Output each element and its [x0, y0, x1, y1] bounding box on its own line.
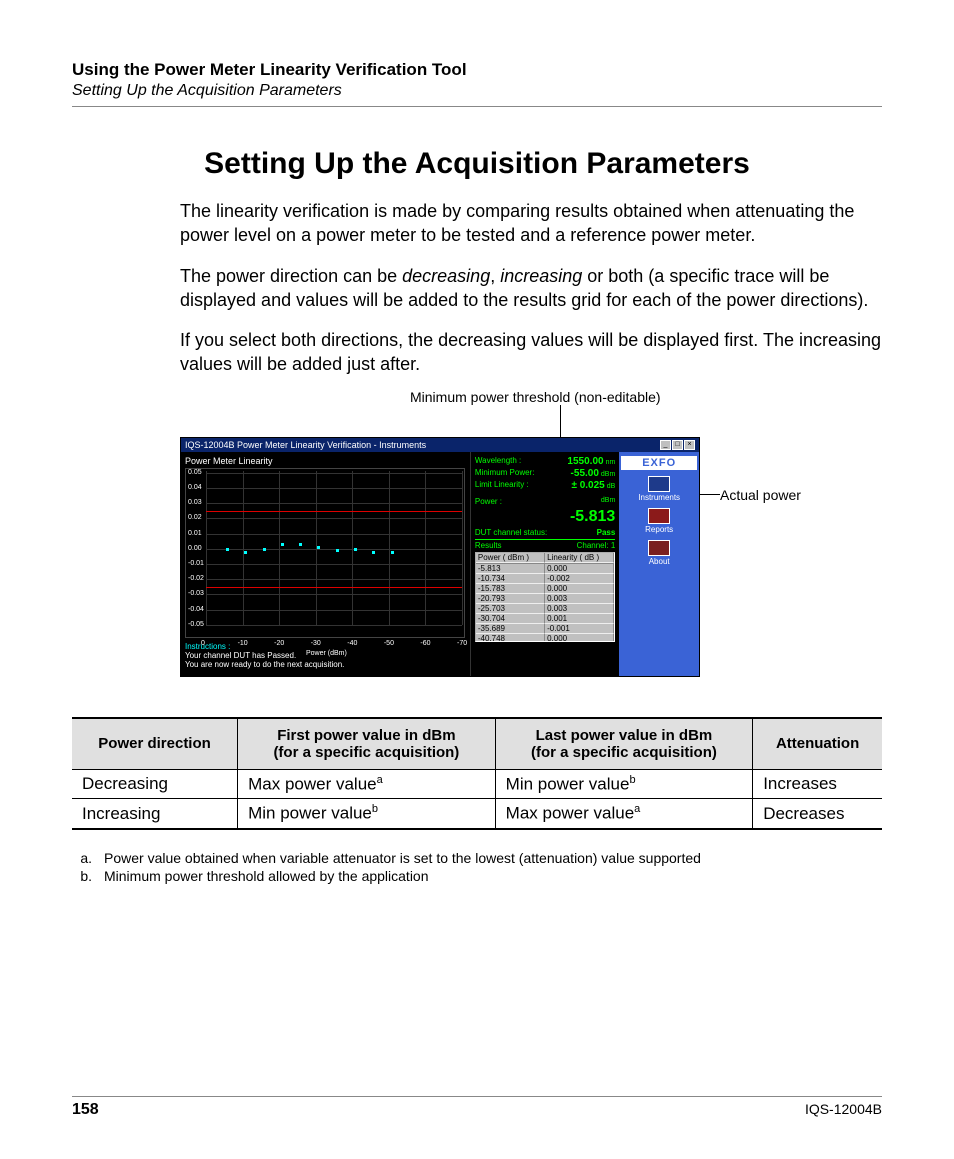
footnote-b: b. Minimum power threshold allowed by the… — [72, 868, 882, 884]
callout-leader-line — [560, 405, 561, 438]
cell-first-value: Min power valueb — [238, 799, 496, 829]
unit: nm — [606, 459, 616, 466]
label: Reports — [645, 525, 673, 534]
label: Instruments — [638, 493, 680, 502]
section-title: Setting Up the Acquisition Parameters — [72, 82, 882, 107]
dut-status-row: DUT channel status: Pass — [475, 528, 615, 537]
running-header: Using the Power Meter Linearity Verifica… — [72, 60, 882, 107]
value: 1550.00 — [567, 456, 603, 467]
cell-last-value: Max power valuea — [495, 799, 753, 829]
label: About — [649, 557, 670, 566]
minimize-icon[interactable]: _ — [660, 440, 671, 450]
doc-id: IQS-12004B — [805, 1101, 882, 1119]
th-attenuation: Attenuation — [753, 718, 882, 770]
screenshot-app-window: IQS-12004B Power Meter Linearity Verific… — [180, 437, 700, 677]
label: Limit Linearity : — [475, 480, 529, 491]
table-row: DecreasingMax power valueaMin power valu… — [72, 769, 882, 799]
value: ± 0.025 — [571, 480, 604, 491]
figure-area: Minimum power threshold (non-editable) A… — [180, 407, 882, 687]
paragraph-2: The power direction can be decreasing, i… — [72, 264, 882, 313]
table-header-row: Power direction First power value in dBm… — [72, 718, 882, 770]
text-span: The power direction can be — [180, 266, 402, 286]
limit-row: Limit Linearity : ± 0.025dB — [475, 480, 615, 491]
label: Power : — [475, 497, 502, 506]
window-title: IQS-12004B Power Meter Linearity Verific… — [185, 440, 426, 450]
label: Wavelength : — [475, 456, 521, 467]
callout-actual-power: Actual power — [720, 487, 801, 503]
value: -55.00 — [571, 468, 599, 479]
footnote-text: Power value obtained when variable atten… — [104, 850, 701, 866]
unit: dBm — [601, 497, 615, 506]
min-power-row: Minimum Power: -55.00dBm — [475, 468, 615, 479]
footnotes: a. Power value obtained when variable att… — [72, 850, 882, 884]
cell-direction: Decreasing — [72, 769, 238, 799]
footnote-marker: a. — [72, 850, 92, 866]
page-number: 158 — [72, 1101, 99, 1119]
cell-direction: Increasing — [72, 799, 238, 829]
chart-plot: 0.050.040.030.020.010.00-0.01-0.02-0.03-… — [185, 468, 465, 638]
channel-label: Channel: 1 — [577, 541, 616, 550]
maximize-icon[interactable]: □ — [672, 440, 683, 450]
footnote-marker: b. — [72, 868, 92, 884]
footnote-a: a. Power value obtained when variable att… — [72, 850, 882, 866]
status-value: Pass — [597, 528, 616, 537]
about-icon — [648, 540, 670, 556]
wavelength-row: Wavelength : 1550.00nm — [475, 456, 615, 467]
results-header: Results Channel: 1 — [475, 539, 615, 550]
info-pane: Wavelength : 1550.00nm Minimum Power: -55.… — [470, 452, 619, 676]
th-power-direction: Power direction — [72, 718, 238, 770]
chapter-title: Using the Power Meter Linearity Verifica… — [72, 60, 882, 80]
chart-pane: Power Meter Linearity 0.050.040.030.020.… — [181, 452, 470, 676]
nav-reports[interactable]: Reports — [621, 508, 697, 534]
unit: dB — [607, 483, 616, 490]
cell-first-value: Max power valuea — [238, 769, 496, 799]
window-titlebar: IQS-12004B Power Meter Linearity Verific… — [181, 438, 699, 452]
label: Minimum Power: — [475, 468, 535, 479]
label: Results — [475, 541, 502, 550]
callout-min-power-threshold: Minimum power threshold (non-editable) — [410, 389, 661, 405]
th-last-value: Last power value in dBm (for a specific … — [495, 718, 753, 770]
body-text: The linearity verification is made by co… — [72, 199, 882, 377]
reports-icon — [648, 508, 670, 524]
power-row: Power : dBm — [475, 497, 615, 506]
label: DUT channel status: — [475, 528, 547, 537]
text-span: , — [490, 266, 500, 286]
brand-logo: EXFO — [621, 456, 697, 470]
cell-last-value: Min power valueb — [495, 769, 753, 799]
unit: dBm — [601, 471, 615, 478]
instruments-icon — [648, 476, 670, 492]
emphasis-decreasing: decreasing — [402, 266, 490, 286]
window-buttons: _ □ × — [660, 440, 695, 450]
actual-power-value: -5.813 — [475, 508, 615, 526]
page-title: Setting Up the Acquisition Parameters — [72, 147, 882, 181]
page-footer: 158 IQS-12004B — [72, 1096, 882, 1119]
power-direction-table: Power direction First power value in dBm… — [72, 717, 882, 830]
instructions-text: You are now ready to do the next acquisi… — [185, 660, 466, 669]
nav-instruments[interactable]: Instruments — [621, 476, 697, 502]
cell-attenuation: Increases — [753, 769, 882, 799]
nav-about[interactable]: About — [621, 540, 697, 566]
results-grid[interactable]: Power ( dBm )Linearity ( dB )-5.8130.000… — [475, 552, 615, 642]
close-icon[interactable]: × — [684, 440, 695, 450]
footnote-text: Minimum power threshold allowed by the a… — [104, 868, 429, 884]
th-first-value: First power value in dBm (for a specific… — [238, 718, 496, 770]
paragraph-1: The linearity verification is made by co… — [72, 199, 882, 248]
paragraph-3: If you select both directions, the decre… — [72, 328, 882, 377]
emphasis-increasing: increasing — [500, 266, 582, 286]
chart-title: Power Meter Linearity — [185, 456, 466, 466]
table-row: IncreasingMin power valuebMax power valu… — [72, 799, 882, 829]
side-nav: EXFO Instruments Reports About — [619, 452, 699, 676]
cell-attenuation: Decreases — [753, 799, 882, 829]
